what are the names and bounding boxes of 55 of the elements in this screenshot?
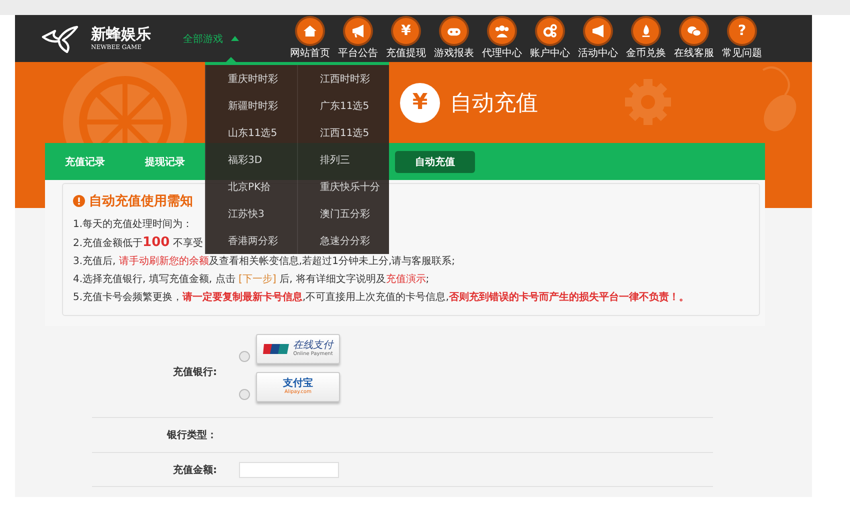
game-menu-item[interactable]: 广东11选5 <box>297 92 389 119</box>
nav-icon: ? <box>729 18 755 44</box>
notice-line: 5.充值卡号会频繁更换，请一定要复制最新卡号信息,不可直接用上次充值的卡号信息,否则充到错误的卡号而产生的损失平台一律不负责！。 <box>73 290 689 305</box>
notice-line: 1.每天的充值处理时间为： <box>73 218 193 232</box>
nav-icon: ¥ <box>393 18 419 44</box>
game-menu-item[interactable]: 北京PK拾 <box>205 173 297 200</box>
game-menu-item[interactable]: 澳门五分彩 <box>297 200 389 227</box>
field-label: 银行类型： <box>166 428 218 442</box>
nav-icon <box>633 18 659 44</box>
nav-item[interactable]: 在线客服 <box>670 18 718 60</box>
game-menu-item[interactable]: 急速分分彩 <box>297 227 389 254</box>
notice-title: 自动充值使用需知 <box>89 192 193 210</box>
nav-item[interactable]: 网站首页 <box>286 18 334 60</box>
game-menu-item[interactable]: 江苏快3 <box>205 200 297 227</box>
game-menu-item[interactable]: 福彩3D <box>205 146 297 173</box>
nav-item[interactable]: 金币兑换 <box>622 18 670 60</box>
amount-input-field[interactable] <box>239 462 339 478</box>
nav-item[interactable]: ? 常见问题 <box>718 18 766 60</box>
all-games-menu[interactable]: 全部游戏 <box>183 32 278 46</box>
radio-button[interactable] <box>239 351 250 362</box>
game-menu-item[interactable]: 重庆快乐十分 <box>297 173 389 200</box>
page-title: 自动充值 <box>450 90 538 118</box>
nav-item[interactable]: 平台公告 <box>334 18 382 60</box>
nav-icon <box>585 18 611 44</box>
game-menu-item[interactable]: 重庆时时彩 <box>205 65 297 92</box>
nav-item[interactable]: ¥ 充值提现 <box>382 18 430 60</box>
notice-line: 2.充值金额低于100 不享受 <box>73 234 203 252</box>
caret-icon <box>231 36 239 41</box>
nav-item[interactable]: 游戏报表 <box>430 18 478 60</box>
radio-button[interactable] <box>239 389 250 400</box>
nav-item[interactable]: 代理中心 <box>478 18 526 60</box>
nav-icon <box>489 18 515 44</box>
tab[interactable]: 自动充值 <box>395 150 475 172</box>
logo-name: 新蜂娱乐 <box>91 26 151 42</box>
card-logo-icon <box>263 343 289 355</box>
nav-item[interactable]: 活动中心 <box>574 18 622 60</box>
nav-icon <box>297 18 323 44</box>
yen-icon: ¥ <box>400 82 440 122</box>
gear-icon <box>623 77 673 127</box>
game-menu-item[interactable]: 排列三 <box>297 146 389 173</box>
game-menu-item[interactable]: 新疆时时彩 <box>205 92 297 119</box>
notice-line: 4.选择充值银行, 填写充值金额, 点击 [下一步] 后, 将有详细文字说明及充值演示; <box>73 272 430 287</box>
nav-icon <box>345 18 371 44</box>
nav-icon <box>441 18 467 44</box>
game-menu-item[interactable]: 江西11选5 <box>297 119 389 146</box>
nav-icon <box>681 18 707 44</box>
nav-icon <box>537 18 563 44</box>
info-icon <box>73 195 85 207</box>
game-menu-item[interactable]: 山东11选5 <box>205 119 297 146</box>
notice-line: 3.充值后, 请手动刷新您的余额及查看相关帐变信息,若超过1分钟未上分,请与客服联系; <box>73 254 455 269</box>
nav-item[interactable]: 账户中心 <box>526 18 574 60</box>
field-label: 充值银行: <box>172 365 218 378</box>
game-menu-item[interactable]: 江西时时彩 <box>297 65 389 92</box>
field-label: 充值金额: <box>172 463 218 476</box>
game-menu-item[interactable]: 香港两分彩 <box>205 227 297 254</box>
